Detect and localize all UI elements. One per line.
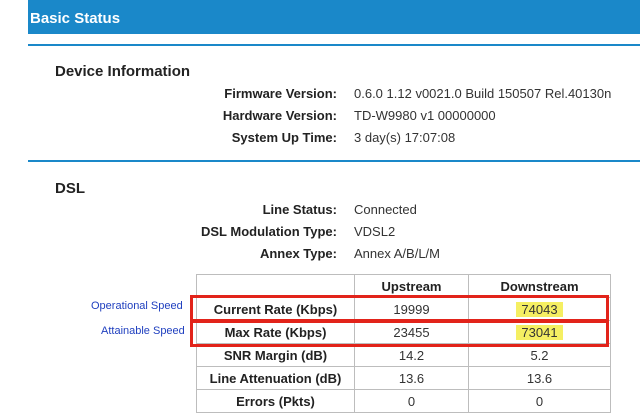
page-title: Basic Status xyxy=(30,10,121,27)
downstream-value: 13.6 xyxy=(468,366,611,390)
divider xyxy=(28,44,640,46)
firmware-version-label: Firmware Version: xyxy=(224,86,337,101)
system-uptime-value: 3 day(s) 17:07:08 xyxy=(354,130,456,145)
modulation-type-label: DSL Modulation Type: xyxy=(200,224,337,239)
row-label: Errors (Pkts) xyxy=(196,389,355,413)
line-status-value: Connected xyxy=(354,202,417,217)
annex-type-label: Annex Type: xyxy=(259,246,337,261)
row-label: Line Attenuation (dB) xyxy=(196,366,355,390)
firmware-version-value: 0.6.0 1.12 v0021.0 Build 150507 Rel.4013… xyxy=(354,86,612,101)
dsl-title: DSL xyxy=(55,180,85,197)
operational-speed-annotation: Operational Speed xyxy=(91,300,183,312)
upstream-value: 13.6 xyxy=(354,366,469,390)
downstream-value: 0 xyxy=(468,389,611,413)
system-uptime-label: System Up Time: xyxy=(231,130,337,145)
hardware-version-label: Hardware Version: xyxy=(222,108,337,123)
upstream-value: 0 xyxy=(354,389,469,413)
attainable-speed-annotation: Attainable Speed xyxy=(101,325,185,337)
line-status-label: Line Status: xyxy=(262,202,337,217)
divider xyxy=(28,160,640,162)
annex-type-value: Annex A/B/L/M xyxy=(354,246,440,261)
modulation-type-value: VDSL2 xyxy=(354,224,396,239)
table-row: Line Attenuation (dB) 13.6 13.6 xyxy=(196,366,611,390)
hardware-version-value: TD-W9980 v1 00000000 xyxy=(354,108,496,123)
table-row: Errors (Pkts) 0 0 xyxy=(196,389,611,413)
device-info-title: Device Information xyxy=(55,63,191,80)
attainable-speed-highlight-box xyxy=(190,319,609,347)
